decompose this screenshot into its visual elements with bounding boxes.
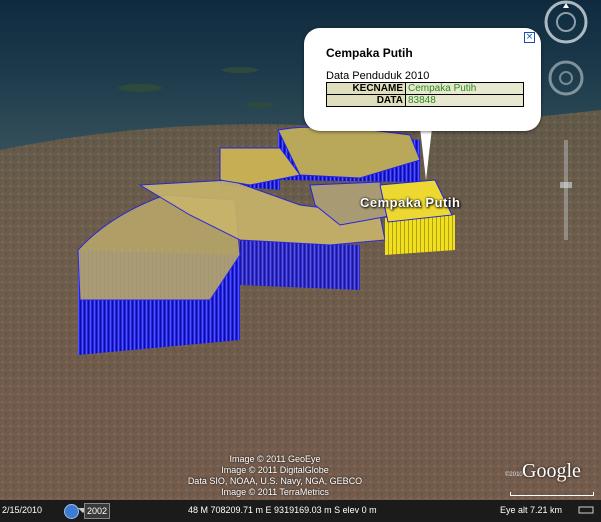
historical-imagery-icon[interactable] [64,504,79,519]
imagery-credits: Image © 2011 GeoEye Image © 2011 Digital… [170,454,380,498]
zoom-slider[interactable] [564,140,568,240]
balloon-tail [420,128,432,180]
islands [222,67,258,73]
credit-line: Image © 2011 DigitalGlobe [221,465,329,475]
move-joystick[interactable] [548,60,584,96]
credit-line: Image © 2011 GeoEye [229,454,321,464]
scale-bar [510,492,594,496]
zoom-slider-handle[interactable] [560,182,572,188]
info-balloon: × Cempaka Putih Data Penduduk 2010 KECNA… [304,28,541,131]
islands [118,84,162,92]
credit-line: Image © 2011 TerraMetrics [221,487,329,497]
streaming-indicator-icon [578,506,594,514]
attribute-table: KECNAME Cempaka Putih DATA 83848 [326,82,524,107]
status-bar: 2/15/2010 2002 48 M 708209.71 m E 931916… [0,500,601,522]
logo-year: ©2010 [505,472,523,478]
attribute-key: DATA [326,94,406,107]
table-row: KECNAME Cempaka Putih [326,82,524,95]
table-row: DATA 83848 [326,94,524,107]
attribute-value: Cempaka Putih [405,82,524,95]
attribute-value: 83848 [405,94,524,107]
coordinates-readout: 48 M 708209.71 m E 9319169.03 m S elev 0… [188,505,377,515]
eye-altitude: Eye alt 7.21 km [500,505,563,515]
earth-viewport[interactable]: × Cempaka Putih Data Penduduk 2010 KECNA… [0,0,601,522]
imagery-date: 2/15/2010 [2,505,43,515]
year-select[interactable]: 2002 [84,503,110,519]
navigation-controls[interactable] [532,0,601,260]
islands [246,102,274,108]
move-joystick-center[interactable] [559,71,573,85]
google-logo: Google [522,460,581,482]
balloon-subtitle: Data Penduduk 2010 [326,70,430,82]
placemark-label[interactable]: Cempaka Putih [360,195,460,210]
credit-line: Data SIO, NOAA, U.S. Navy, NGA, GEBCO [187,476,363,486]
look-joystick[interactable] [556,12,576,32]
district-walls [240,240,360,290]
balloon-title: Cempaka Putih [326,46,413,60]
attribute-key: KECNAME [326,82,406,95]
north-icon [563,3,569,8]
